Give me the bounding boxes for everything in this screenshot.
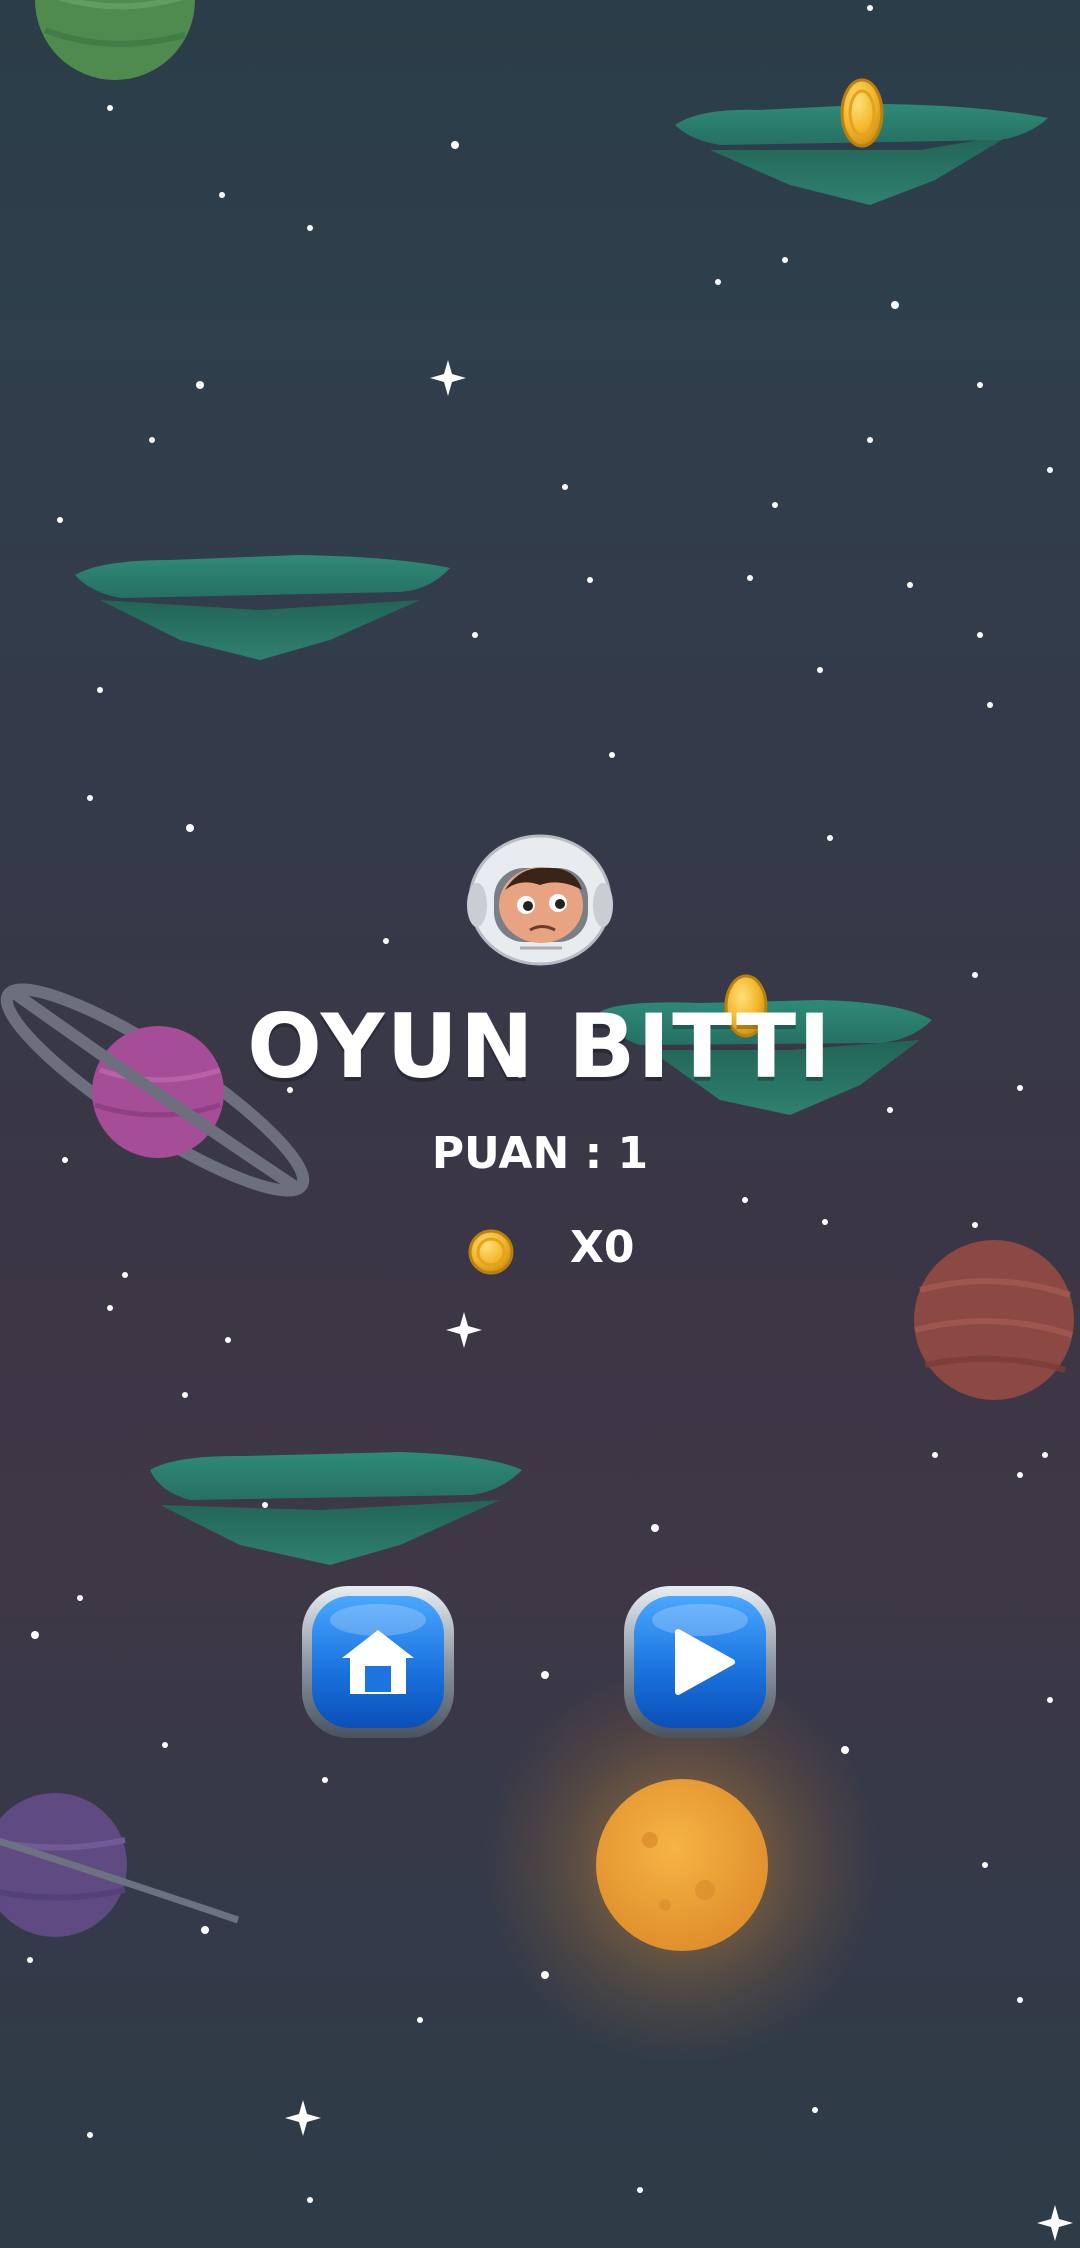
platform-left bbox=[75, 555, 450, 660]
astronaut-character bbox=[467, 834, 613, 966]
score-label: PUAN : 1 bbox=[431, 1128, 649, 1179]
red-planet bbox=[914, 1240, 1074, 1400]
play-button[interactable] bbox=[620, 1582, 780, 1742]
game-scene: OYUN BITTI PUAN : 1 X0 bbox=[0, 0, 1080, 2248]
platform-bottom bbox=[150, 1452, 522, 1565]
home-button[interactable] bbox=[298, 1582, 458, 1742]
play-icon bbox=[624, 1586, 776, 1738]
coin-top bbox=[840, 78, 884, 148]
space-background bbox=[0, 0, 1074, 2241]
purple-ringed-planet bbox=[0, 1793, 240, 1937]
coin-icon bbox=[468, 1229, 514, 1275]
coin-count-label: X0 bbox=[570, 1222, 635, 1273]
home-icon bbox=[302, 1586, 454, 1738]
green-planet bbox=[35, 0, 195, 80]
game-over-title: OYUN BITTI bbox=[247, 995, 833, 1098]
